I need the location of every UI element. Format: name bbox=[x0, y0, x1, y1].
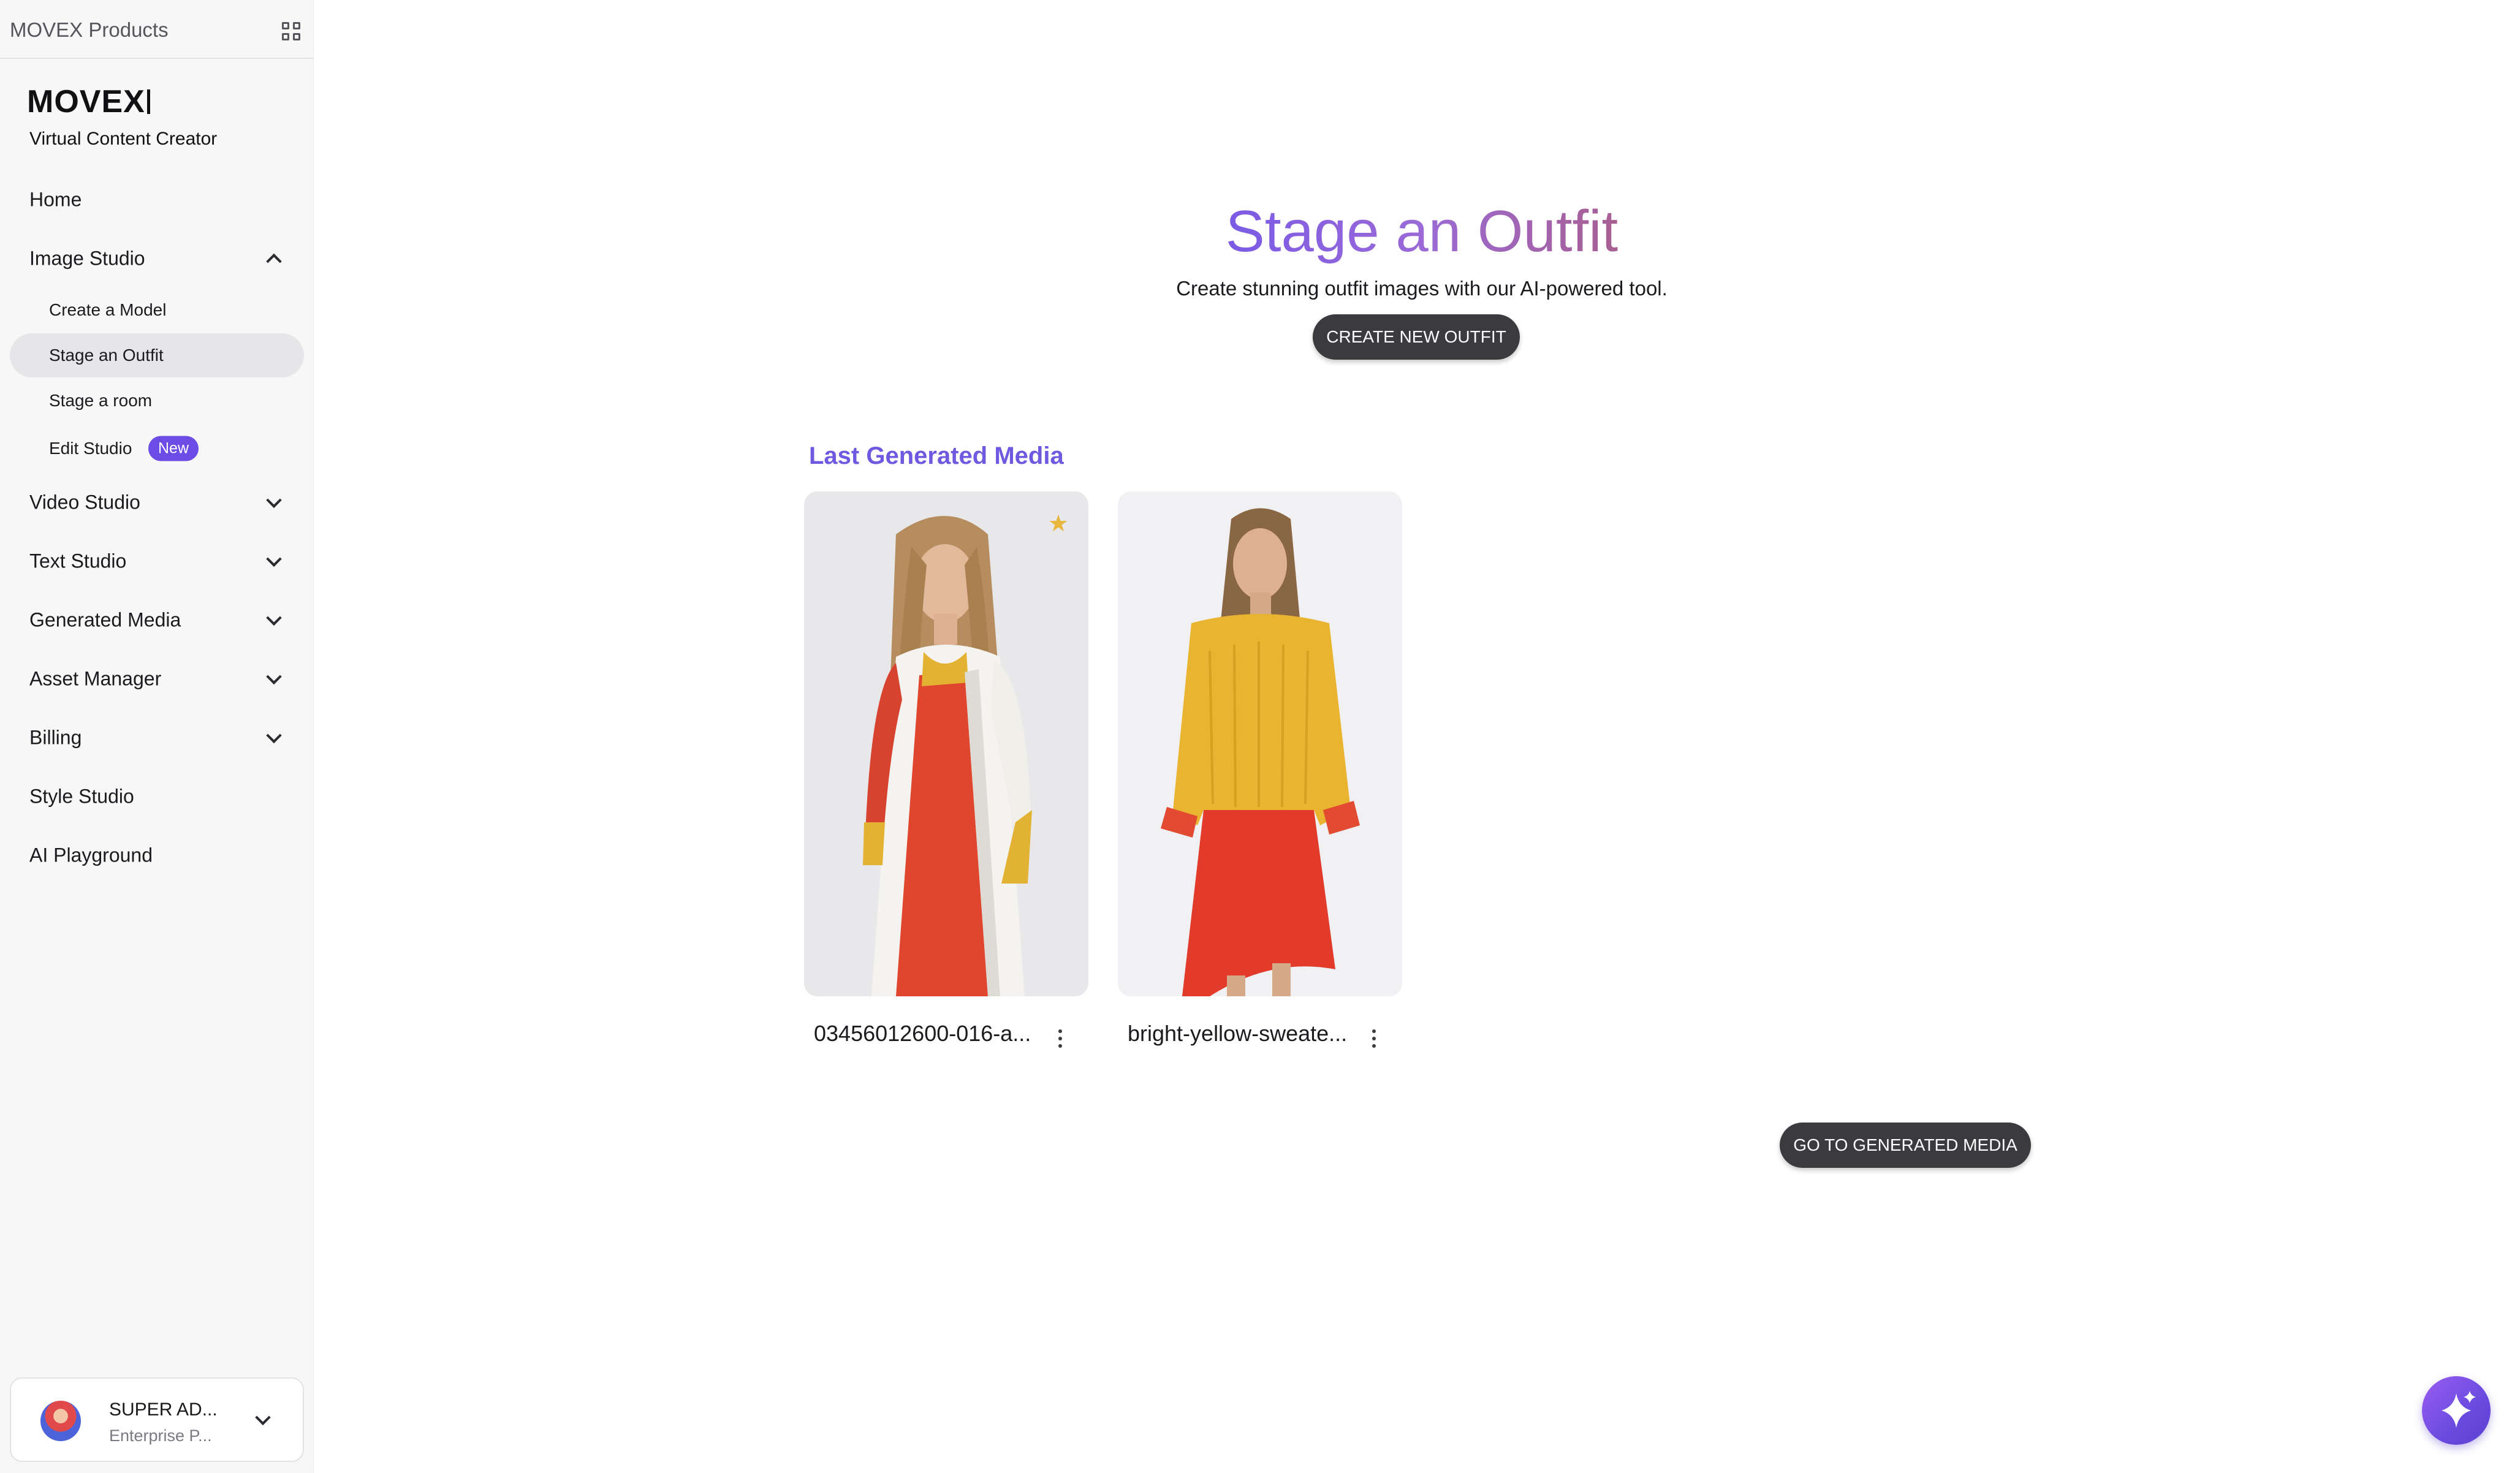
sidebar-item-billing[interactable]: Billing bbox=[10, 716, 304, 760]
page-title-text: Stage an Outfit bbox=[1225, 199, 1619, 264]
sidebar-item-label: Video Studio bbox=[29, 491, 140, 513]
ai-assistant-button[interactable] bbox=[2422, 1376, 2491, 1445]
brand-logo: MOVEX bbox=[27, 84, 145, 119]
sidebar-item-label: Billing bbox=[29, 726, 82, 749]
brand-divider bbox=[147, 89, 150, 114]
sidebar-subitem-label: Create a Model bbox=[49, 300, 167, 319]
go-to-generated-media-button[interactable]: GO TO GENERATED MEDIA bbox=[1780, 1123, 2031, 1168]
create-new-outfit-button[interactable]: CREATE NEW OUTFIT bbox=[1313, 314, 1520, 360]
last-generated-media-heading: Last Generated Media bbox=[809, 442, 1064, 469]
sidebar-subitem-stage-an-outfit[interactable]: Stage an Outfit bbox=[10, 333, 304, 377]
more-vertical-icon[interactable] bbox=[1058, 1029, 1063, 1051]
chevron-down-icon bbox=[266, 668, 282, 685]
sidebar-item-video-studio[interactable]: Video Studio bbox=[10, 480, 304, 524]
media-caption-2: bright-yellow-sweate... bbox=[1128, 1021, 1348, 1046]
sidebar-subitem-edit-studio[interactable]: Edit Studio New bbox=[10, 426, 304, 471]
sparkle-icon bbox=[2442, 1391, 2476, 1428]
sidebar-subitem-label: Edit Studio bbox=[49, 439, 132, 458]
sidebar-item-label: Style Studio bbox=[29, 785, 134, 808]
user-account-menu[interactable]: SUPER AD... Enterprise P... bbox=[10, 1377, 304, 1462]
chevron-down-icon bbox=[266, 610, 282, 626]
favorite-star-icon[interactable]: ★ bbox=[1048, 512, 1069, 536]
products-bar: MOVEX Products bbox=[0, 0, 314, 59]
chevron-down-icon bbox=[266, 551, 282, 567]
media-caption-1: 03456012600-016-a... bbox=[814, 1021, 1031, 1046]
sidebar-item-generated-media[interactable]: Generated Media bbox=[10, 598, 304, 642]
avatar bbox=[40, 1401, 81, 1441]
user-plan: Enterprise P... bbox=[109, 1426, 212, 1445]
sidebar-item-label: Generated Media bbox=[29, 608, 181, 631]
sidebar-subitem-label: Stage an Outfit bbox=[49, 346, 164, 365]
user-name: SUPER AD... bbox=[109, 1399, 218, 1420]
chevron-down-icon bbox=[266, 727, 282, 744]
apps-grid-icon[interactable] bbox=[282, 22, 300, 40]
more-vertical-icon[interactable] bbox=[1372, 1029, 1376, 1051]
products-label: MOVEX Products bbox=[10, 18, 169, 41]
media-thumbnail-1 bbox=[804, 491, 1088, 996]
page-subtitle: Create stunning outfit images with our A… bbox=[1176, 277, 1668, 300]
sidebar-subitem-stage-a-room[interactable]: Stage a room bbox=[10, 379, 304, 423]
brand-subtitle: Virtual Content Creator bbox=[29, 129, 218, 149]
chevron-down-icon bbox=[255, 1409, 271, 1426]
new-badge: New bbox=[148, 436, 199, 461]
sidebar-item-label: Text Studio bbox=[29, 550, 127, 572]
media-thumbnail-2 bbox=[1118, 491, 1402, 996]
chevron-down-icon bbox=[266, 492, 282, 509]
sidebar-item-label: Asset Manager bbox=[29, 667, 162, 690]
media-card-1[interactable]: ★ bbox=[804, 491, 1088, 996]
sidebar-item-text-studio[interactable]: Text Studio bbox=[10, 539, 304, 583]
page-title: Stage an Outfit bbox=[0, 195, 2520, 268]
sidebar-subitem-label: Stage a room bbox=[49, 391, 153, 410]
sidebar-item-asset-manager[interactable]: Asset Manager bbox=[10, 657, 304, 701]
sidebar-item-style-studio[interactable]: Style Studio bbox=[10, 774, 304, 819]
sidebar-item-ai-playground[interactable]: AI Playground bbox=[10, 833, 304, 877]
sidebar-item-label: AI Playground bbox=[29, 844, 153, 866]
media-card-2[interactable] bbox=[1118, 491, 1402, 996]
